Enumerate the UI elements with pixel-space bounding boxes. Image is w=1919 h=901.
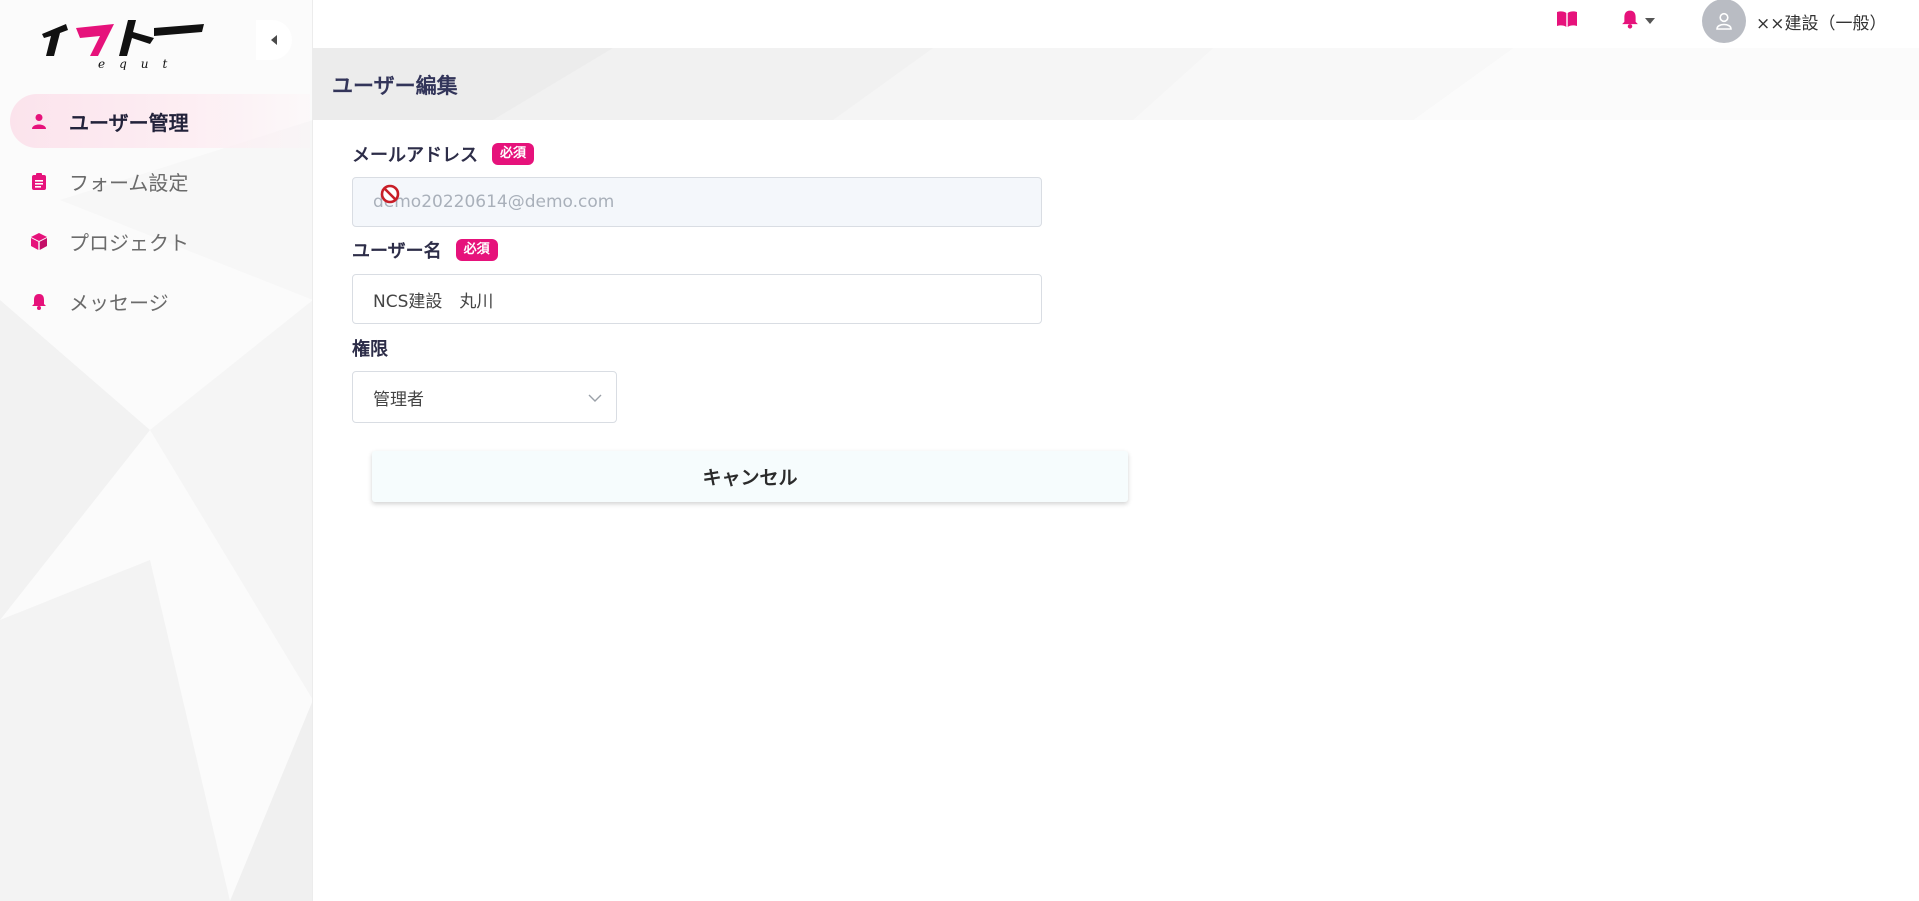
username-label-text: ユーザー名 (352, 241, 442, 262)
sidebar-item-message[interactable]: メッセージ (10, 274, 310, 328)
sidebar-item-form-settings[interactable]: フォーム設定 (10, 154, 310, 208)
user-icon (1716, 12, 1732, 30)
username-label: ユーザー名 必須 (352, 236, 1042, 264)
bell-icon (30, 292, 48, 310)
user-name: ××建設（一般） (1756, 13, 1887, 34)
sidebar-item-project[interactable]: プロジェクト (10, 214, 310, 268)
role-label: 権限 (352, 334, 1042, 362)
chevron-down-icon (1645, 18, 1655, 24)
book-icon[interactable] (1556, 10, 1578, 32)
sidebar-item-label: プロジェクト (69, 230, 189, 255)
bell-icon (1621, 9, 1639, 33)
page-header: ユーザー編集 (313, 48, 1919, 120)
role-label-text: 権限 (352, 339, 388, 360)
app-logo: equt (36, 10, 216, 71)
top-bar: ××建設（一般） (313, 0, 1919, 48)
clipboard-icon (30, 172, 48, 190)
user-edit-form: メールアドレス 必須 demo20220614@demo.com ユーザー名 必… (352, 140, 1042, 423)
role-select[interactable]: 管理者 (352, 371, 617, 423)
email-field[interactable]: demo20220614@demo.com (352, 177, 1042, 227)
user-icon (30, 112, 48, 130)
header-background (313, 48, 1919, 120)
email-label: メールアドレス 必須 (352, 140, 1042, 168)
role-selected-value: 管理者 (373, 389, 424, 410)
sidebar-nav: ユーザー管理 フォーム設定 プロジェクト メッセージ (10, 94, 310, 334)
user-menu[interactable]: ××建設（一般） (1702, 0, 1887, 43)
notifications-menu[interactable] (1621, 9, 1655, 33)
caret-left-icon (271, 35, 277, 45)
sidebar-item-label: メッセージ (69, 290, 169, 315)
cancel-button[interactable]: キャンセル (372, 451, 1128, 502)
username-value: NCS建設 丸川 (373, 291, 494, 312)
page-title: ユーザー編集 (332, 74, 458, 98)
avatar (1702, 0, 1746, 43)
required-badge: 必須 (455, 239, 498, 261)
sidebar: equt ユーザー管理 フォーム設定 プロジェクト メッセージ (0, 0, 313, 901)
sidebar-item-label: フォーム設定 (69, 170, 189, 195)
email-label-text: メールアドレス (352, 145, 478, 166)
svg-text:equt: equt (98, 57, 181, 70)
sidebar-item-user-management[interactable]: ユーザー管理 (10, 94, 310, 148)
sidebar-item-label: ユーザー管理 (69, 110, 189, 135)
not-allowed-cursor-icon (380, 184, 400, 204)
username-field[interactable]: NCS建設 丸川 (352, 274, 1042, 324)
email-value: demo20220614@demo.com (373, 192, 615, 212)
required-badge: 必須 (492, 143, 535, 165)
cube-icon (30, 232, 48, 250)
chevron-down-icon (588, 387, 602, 407)
